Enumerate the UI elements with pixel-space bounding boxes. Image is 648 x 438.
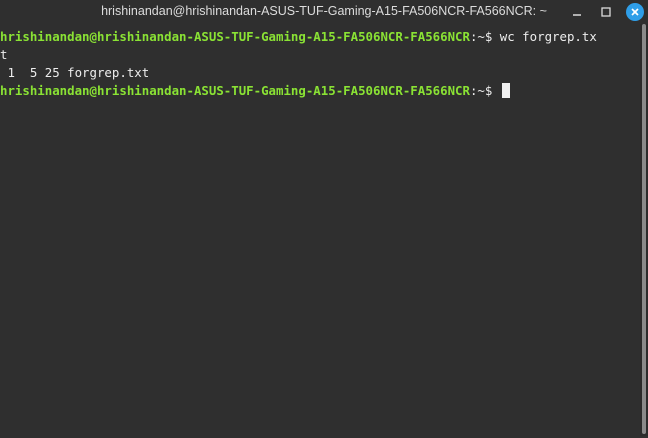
prompt-user-host: hrishinandan@hrishinandan-ASUS-TUF-Gamin… [0,29,470,44]
title-bar[interactable]: hrishinandan@hrishinandan-ASUS-TUF-Gamin… [0,0,648,24]
terminal-line: 1 5 25 forgrep.txt [0,64,149,82]
terminal-output[interactable]: hrishinandan@hrishinandan-ASUS-TUF-Gamin… [0,24,640,436]
terminal-window: hrishinandan@hrishinandan-ASUS-TUF-Gamin… [0,0,648,438]
maximize-button[interactable] [597,3,615,21]
command-output: 1 5 25 forgrep.txt [0,65,150,80]
text-cursor [501,83,510,98]
terminal-line: hrishinandan@hrishinandan-ASUS-TUF-Gamin… [0,28,597,46]
minimize-icon [573,14,581,16]
close-button[interactable] [626,3,644,21]
command-text: :~$ wc forgrep.tx [469,29,597,44]
minimize-button[interactable] [568,3,586,21]
prompt-user-host: hrishinandan@hrishinandan-ASUS-TUF-Gamin… [0,83,470,98]
terminal-line: t [0,46,7,64]
close-icon [631,8,639,16]
window-title-text: hrishinandan@hrishinandan-ASUS-TUF-Gamin… [101,4,547,18]
wrapped-command-text: t [0,47,8,62]
window-title: hrishinandan@hrishinandan-ASUS-TUF-Gamin… [0,4,648,18]
maximize-icon [601,7,611,17]
terminal-line: hrishinandan@hrishinandan-ASUS-TUF-Gamin… [0,82,510,100]
prompt-suffix: :~$ [469,83,500,98]
scrollbar-thumb[interactable] [642,24,646,434]
vertical-scrollbar[interactable] [640,24,648,436]
